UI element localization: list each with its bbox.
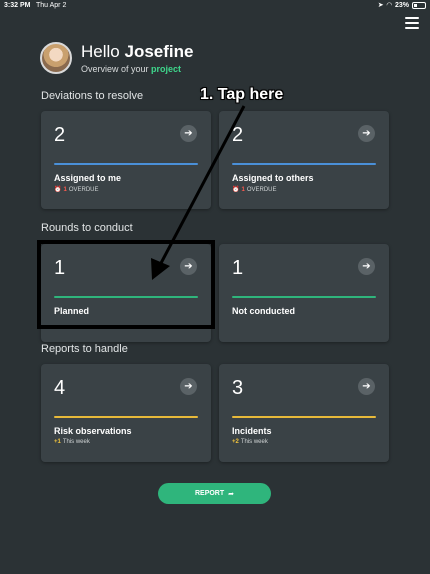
annotation-text: 1. Tap here [200,86,284,103]
